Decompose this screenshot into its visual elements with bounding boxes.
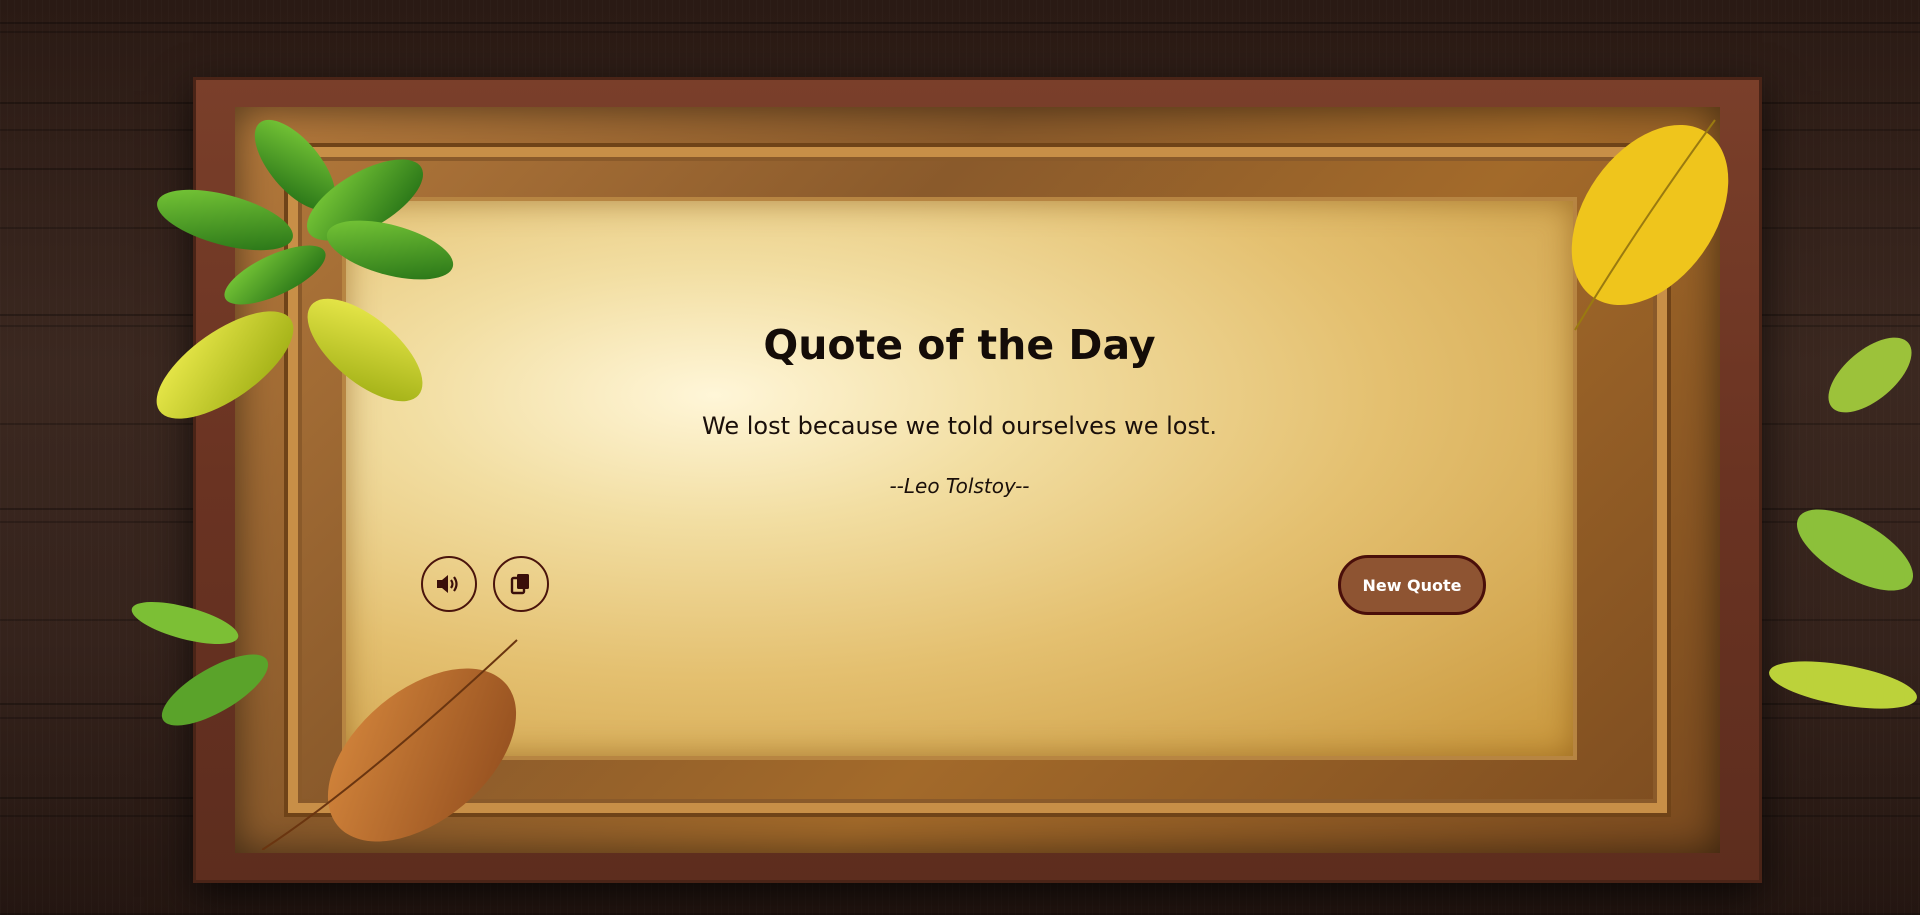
speak-button[interactable] xyxy=(421,556,477,612)
quote-text: We lost because we told ourselves we los… xyxy=(702,412,1217,440)
new-quote-button[interactable]: New Quote xyxy=(1338,555,1486,615)
page-title: Quote of the Day xyxy=(763,321,1156,369)
speaker-icon xyxy=(437,575,458,593)
copy-icon xyxy=(510,574,529,595)
green-leaf-right-top-icon xyxy=(1828,337,1912,413)
copy-button[interactable] xyxy=(493,556,549,612)
quote-author: --Leo Tolstoy-- xyxy=(889,474,1030,498)
green-leaf-right-mid-icon xyxy=(1796,509,1914,591)
green-leaf-right-bottom-icon xyxy=(1769,661,1917,709)
quote-card: Quote of the Day We lost because we told… xyxy=(342,197,1577,760)
